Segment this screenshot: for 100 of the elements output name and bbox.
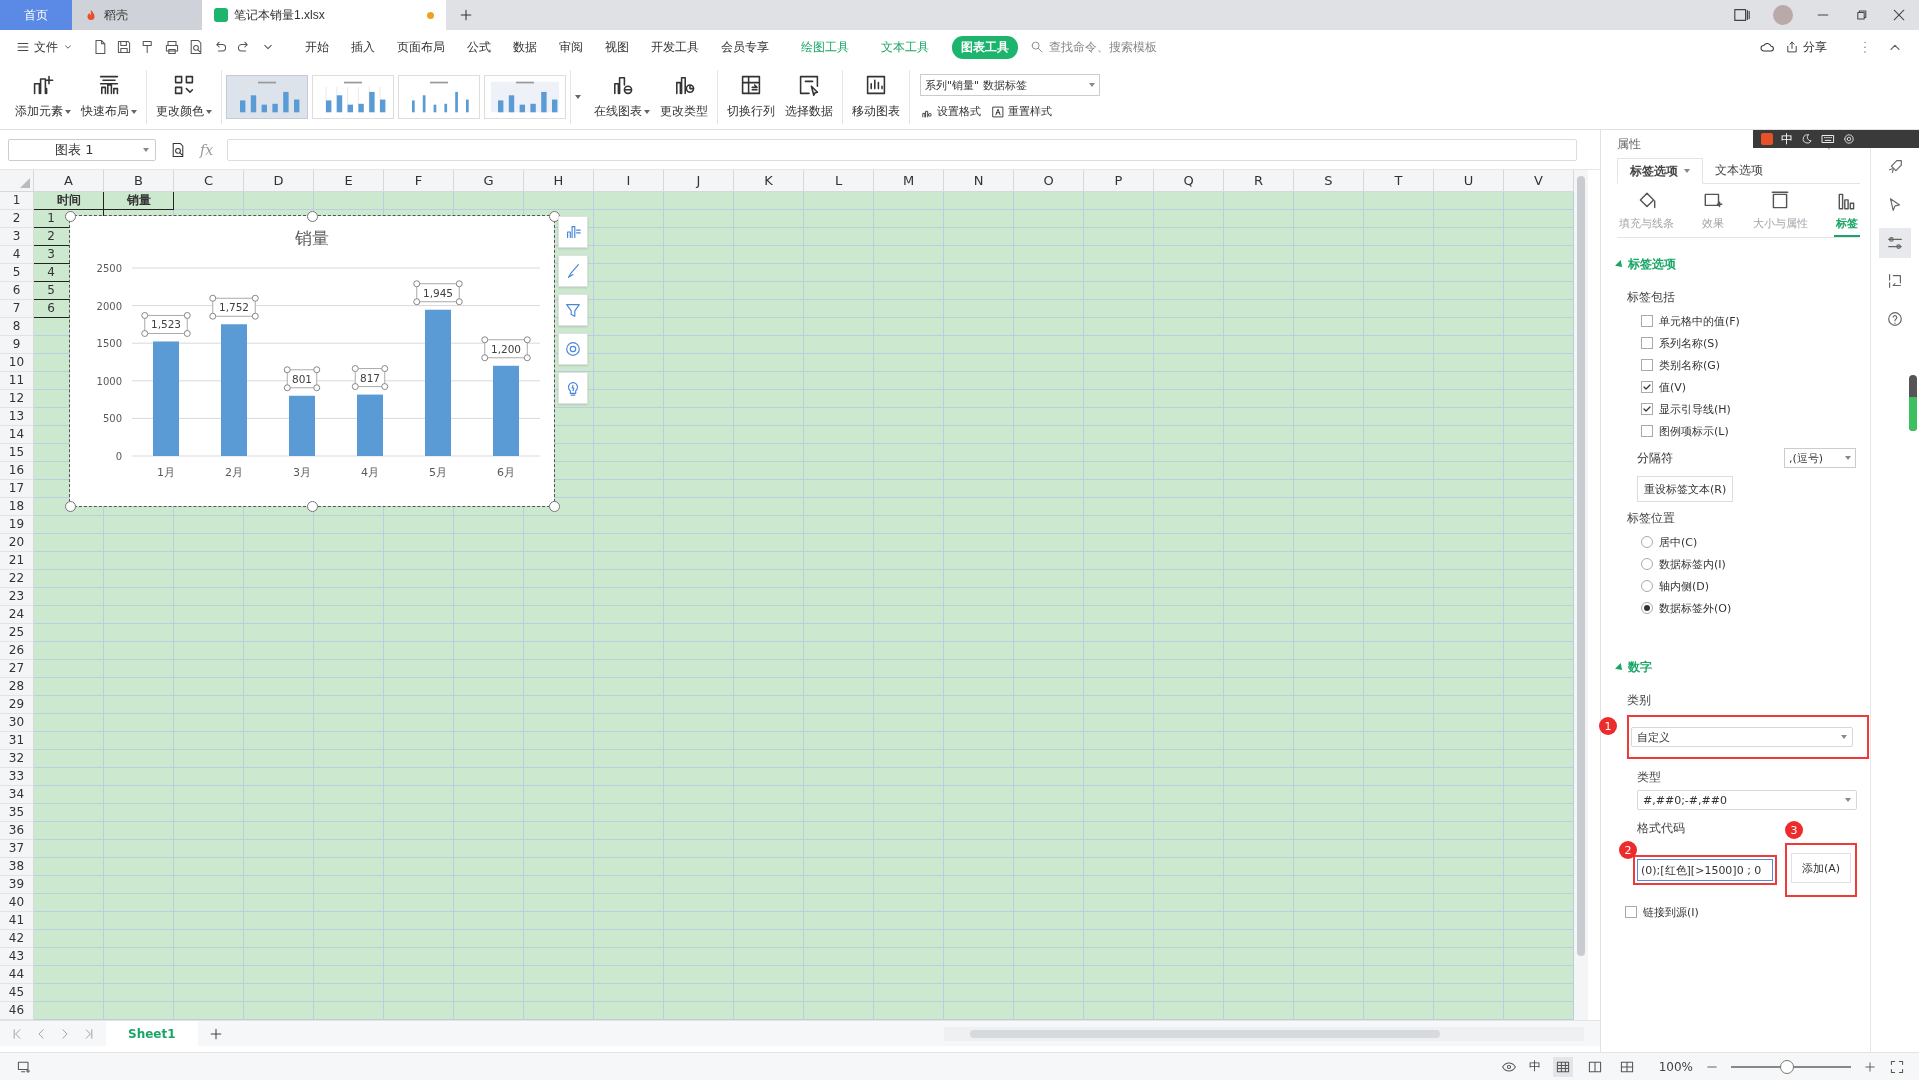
category-dropdown[interactable]: 自定义 xyxy=(1631,727,1853,747)
keyboard-icon[interactable] xyxy=(1821,132,1835,146)
search-field[interactable]: 查找命令、搜索模板 xyxy=(1030,36,1180,58)
view-button[interactable] xyxy=(1552,1056,1573,1077)
row-header[interactable]: 3 xyxy=(0,228,34,246)
chart-tool-button[interactable] xyxy=(558,216,588,248)
chart-tool-button[interactable] xyxy=(558,372,588,404)
chart-style-thumbnail[interactable] xyxy=(312,74,394,119)
column-header[interactable]: P xyxy=(1084,170,1154,192)
row-header[interactable]: 26 xyxy=(0,642,34,660)
vertical-scrollbar[interactable] xyxy=(1574,170,1588,1020)
side-panel-button[interactable] xyxy=(1879,228,1911,258)
chart-tool-button[interactable] xyxy=(558,294,588,326)
print-icon[interactable] xyxy=(164,39,180,55)
row-header[interactable]: 42 xyxy=(0,930,34,948)
menu-tab[interactable]: 视图 xyxy=(596,35,638,59)
chart-style-thumbnail[interactable] xyxy=(484,74,566,119)
input-mode[interactable]: 中 xyxy=(1528,1058,1541,1075)
row-header[interactable]: 21 xyxy=(0,552,34,570)
zoom-icon[interactable] xyxy=(170,141,186,158)
ribbon-button[interactable]: 添加元素 xyxy=(12,71,74,122)
menu-tab[interactable]: 页面布局 xyxy=(388,35,454,59)
row-header[interactable]: 45 xyxy=(0,984,34,1002)
checkbox[interactable]: 显示引导线(H) xyxy=(1641,398,1860,420)
row-header[interactable]: 27 xyxy=(0,660,34,678)
resize-handle[interactable] xyxy=(548,500,560,512)
checkbox[interactable]: 链接到源(I) xyxy=(1625,901,1860,923)
row-header[interactable]: 44 xyxy=(0,966,34,984)
column-header[interactable]: G xyxy=(454,170,524,192)
column-header[interactable]: B xyxy=(104,170,174,192)
type-dropdown[interactable]: #,##0;-#,##0 xyxy=(1637,790,1857,810)
row-header[interactable]: 6 xyxy=(0,282,34,300)
row-header[interactable]: 17 xyxy=(0,480,34,498)
row-header[interactable]: 40 xyxy=(0,894,34,912)
separator-dropdown[interactable]: ,(逗号) xyxy=(1784,448,1856,468)
close-icon[interactable] xyxy=(1891,7,1907,23)
input-mode[interactable]: 中 xyxy=(1781,130,1793,148)
new-document-icon[interactable] xyxy=(92,39,108,55)
resize-handle[interactable] xyxy=(64,500,76,512)
ribbon-button[interactable]: 在线图表 xyxy=(591,71,653,122)
row-header[interactable]: 24 xyxy=(0,606,34,624)
moon-icon[interactable] xyxy=(1801,133,1813,145)
data-label[interactable]: 801 xyxy=(283,366,321,392)
row-header[interactable]: 25 xyxy=(0,624,34,642)
row-header[interactable]: 2 xyxy=(0,210,34,228)
file-menu[interactable]: 文件 xyxy=(12,36,78,58)
row-header[interactable]: 34 xyxy=(0,786,34,804)
print-preview-icon[interactable] xyxy=(188,39,204,55)
column-header[interactable]: N xyxy=(944,170,1014,192)
data-label[interactable]: 817 xyxy=(351,365,389,391)
data-label[interactable]: 1,945 xyxy=(413,280,463,306)
row-header[interactable]: 13 xyxy=(0,408,34,426)
row-header[interactable]: 12 xyxy=(0,390,34,408)
radio-button[interactable]: 数据标签外(O) xyxy=(1641,597,1860,619)
column-header[interactable]: V xyxy=(1504,170,1574,192)
zoom-slider[interactable] xyxy=(1780,1059,1795,1074)
column-header[interactable]: J xyxy=(664,170,734,192)
row-header[interactable]: 19 xyxy=(0,516,34,534)
panel-tab[interactable]: 文本选项 xyxy=(1703,158,1775,183)
checkbox[interactable]: 单元格中的值(F) xyxy=(1641,310,1860,332)
format-button[interactable]: 设置格式 xyxy=(920,104,981,119)
fullscreen-icon[interactable] xyxy=(1889,1058,1905,1075)
chart-tool-button[interactable] xyxy=(558,333,588,365)
row-header[interactable]: 20 xyxy=(0,534,34,552)
resize-handle[interactable] xyxy=(64,210,76,222)
name-box[interactable]: 图表 1 xyxy=(8,138,156,161)
row-header[interactable]: 8 xyxy=(0,318,34,336)
ribbon-button[interactable]: 切换行列 xyxy=(724,71,778,122)
row-header[interactable]: 32 xyxy=(0,750,34,768)
ribbon-button[interactable]: 移动图表 xyxy=(849,71,903,122)
menu-tab[interactable]: 会员专享 xyxy=(712,35,778,59)
window-tab[interactable]: 笔记本销量1.xlsx xyxy=(202,0,446,30)
format-code-field[interactable]: (0);[红色][>1500]0 ; 0 xyxy=(1637,859,1773,881)
row-header[interactable]: 41 xyxy=(0,912,34,930)
column-header[interactable]: E xyxy=(314,170,384,192)
column-header[interactable]: I xyxy=(594,170,664,192)
panel-tab[interactable]: 标签选项 xyxy=(1617,158,1703,184)
column-header[interactable]: L xyxy=(804,170,874,192)
row-header[interactable]: 18 xyxy=(0,498,34,516)
column-header[interactable]: R xyxy=(1224,170,1294,192)
column-header[interactable]: H xyxy=(524,170,594,192)
column-header[interactable]: C xyxy=(174,170,244,192)
column-header[interactable]: M xyxy=(874,170,944,192)
checkbox[interactable]: 值(V) xyxy=(1641,376,1860,398)
resize-handle[interactable] xyxy=(306,500,318,512)
chart-element-dropdown[interactable]: 系列"销量" 数据标签 xyxy=(920,74,1100,96)
column-header[interactable]: D xyxy=(244,170,314,192)
row-header[interactable]: 39 xyxy=(0,876,34,894)
column-header[interactable]: O xyxy=(1014,170,1084,192)
checkbox[interactable]: 类别名称(G) xyxy=(1641,354,1860,376)
ribbon-button[interactable]: 选择数据 xyxy=(782,71,836,122)
column-header[interactable]: T xyxy=(1364,170,1434,192)
resize-handle[interactable] xyxy=(306,210,318,222)
menu-tab[interactable]: 公式 xyxy=(458,35,500,59)
row-header[interactable]: 33 xyxy=(0,768,34,786)
more-styles-icon[interactable] xyxy=(575,94,581,99)
window-list-icon[interactable] xyxy=(1733,6,1751,24)
menu-tab[interactable]: 开始 xyxy=(296,35,338,59)
ribbon-button[interactable]: 更改类型 xyxy=(657,71,711,122)
row-header[interactable]: 30 xyxy=(0,714,34,732)
